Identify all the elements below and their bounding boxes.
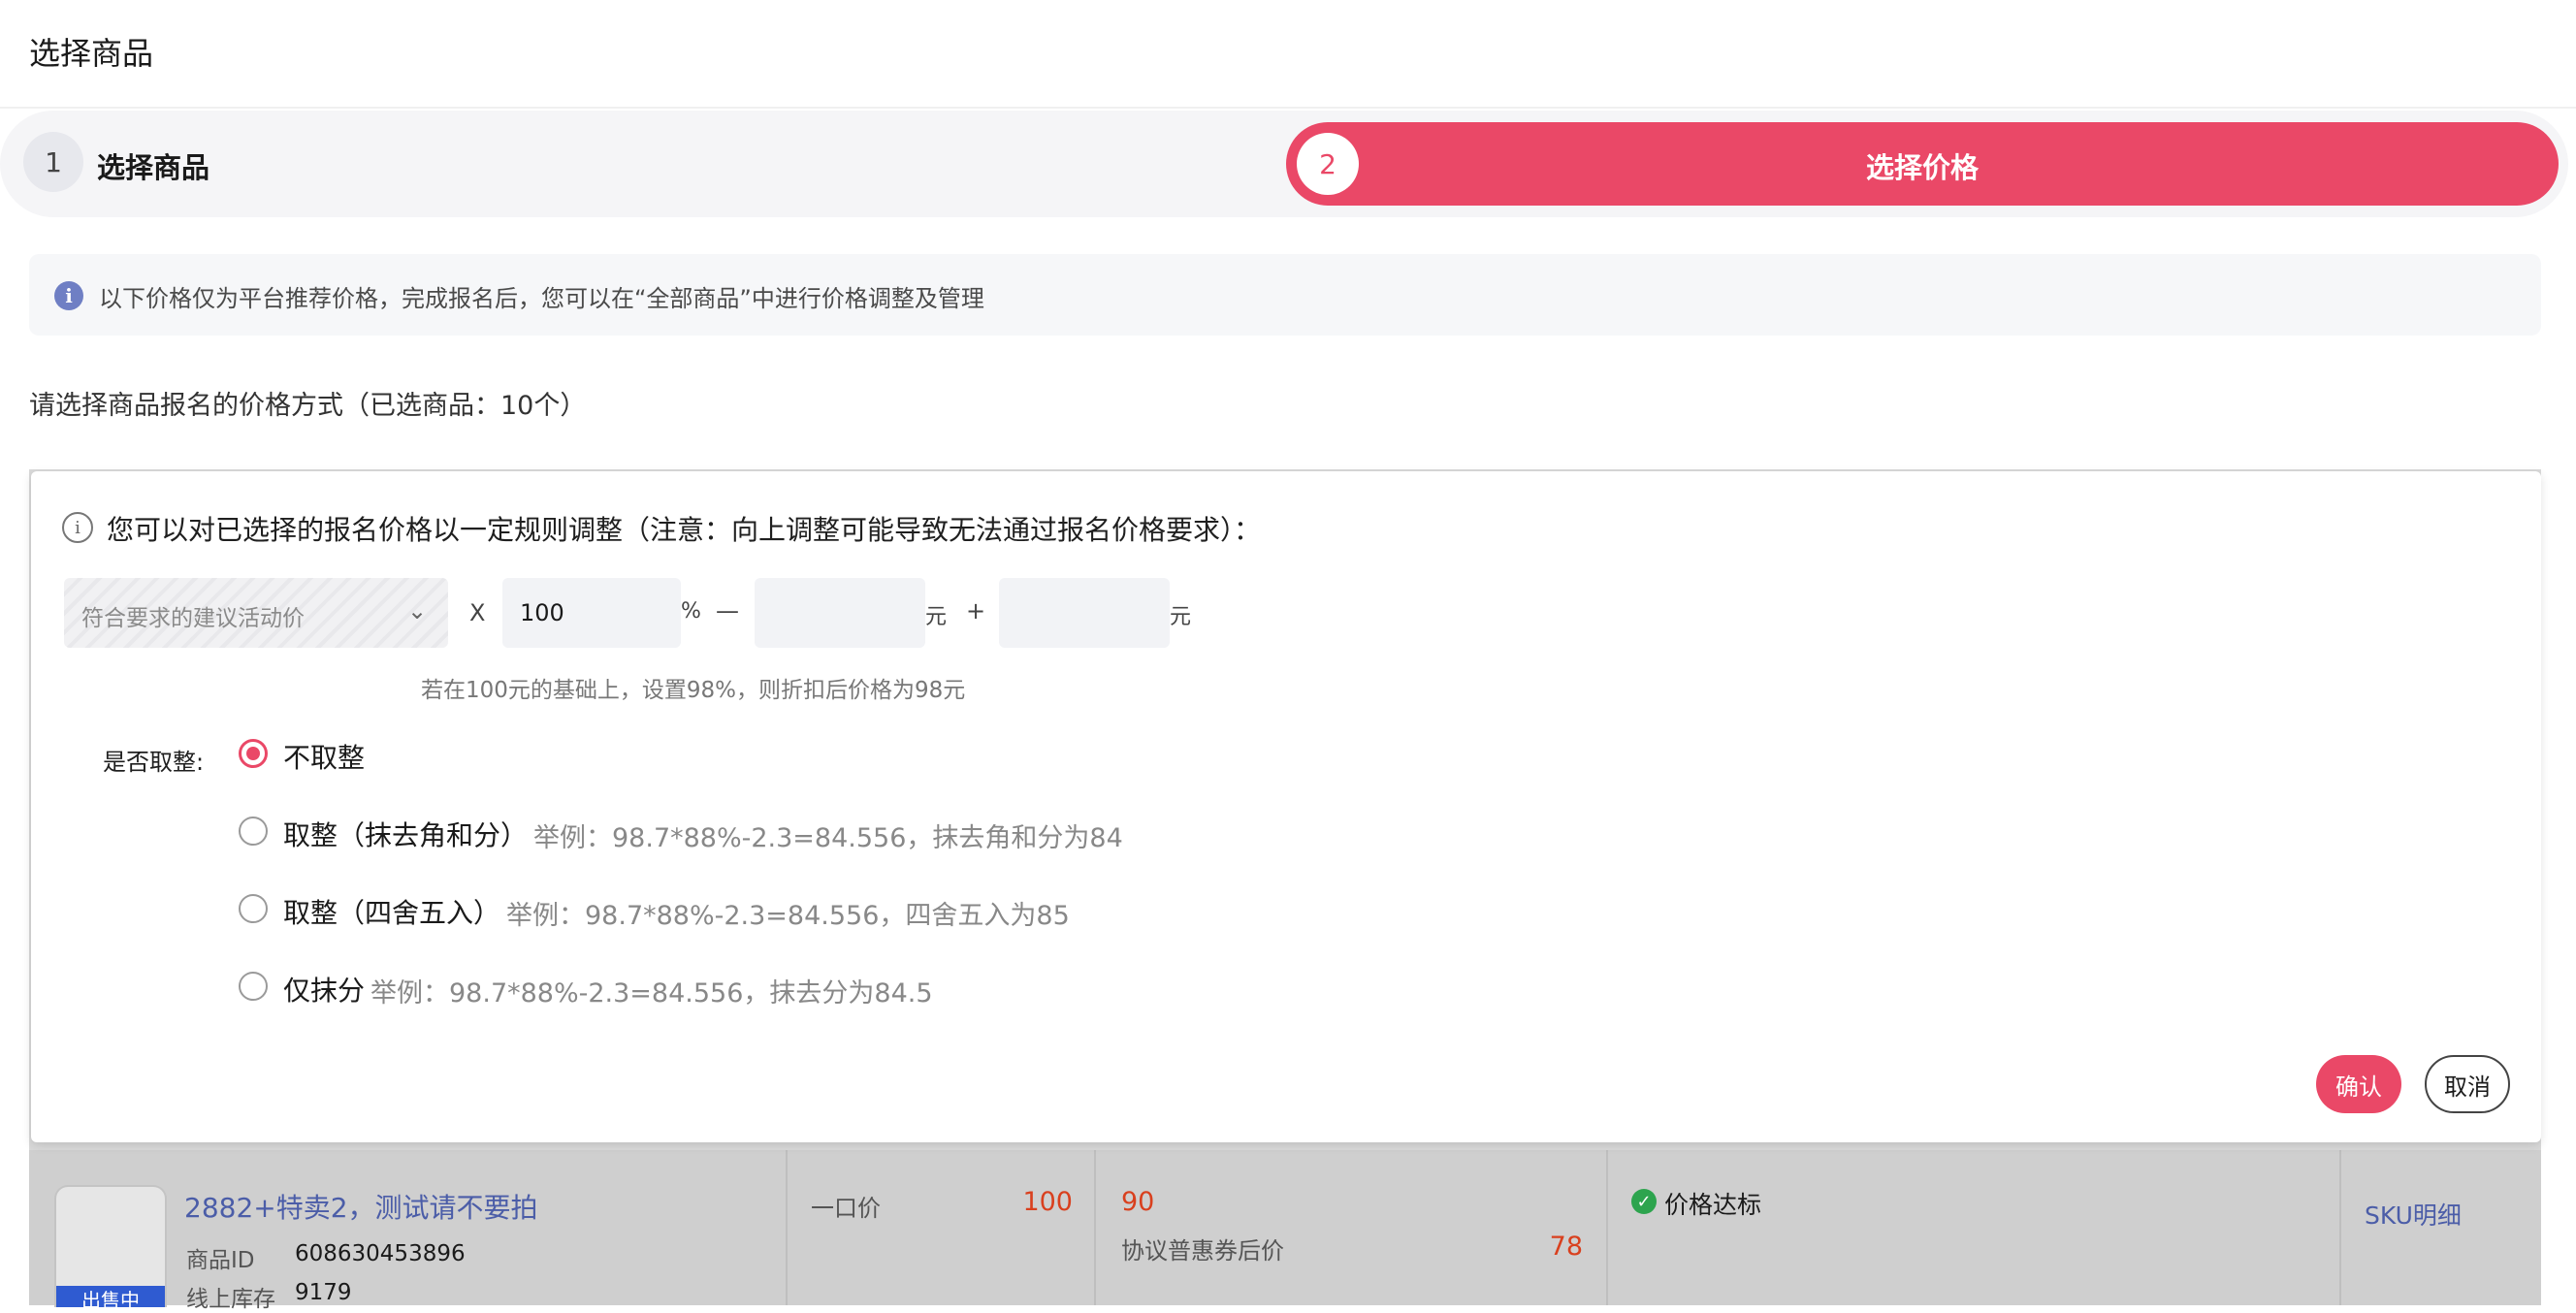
cancel-button[interactable]: 取消 xyxy=(2425,1055,2510,1113)
confirm-button[interactable]: 确认 xyxy=(2316,1055,2401,1113)
column-divider xyxy=(786,1150,788,1305)
rounding-radio-floor[interactable] xyxy=(239,817,268,846)
rounding-radio-none[interactable] xyxy=(239,739,268,768)
price-adjust-panel xyxy=(31,471,2541,1142)
agreement-price: 90 xyxy=(1121,1187,1155,1217)
rounding-option-example: 举例：98.7*88%-2.3=84.556，四舍五入为85 xyxy=(506,901,1070,931)
panel-title: 您可以对已选择的报名价格以一定规则调整（注意：向上调整可能导致无法通过报名价格要… xyxy=(107,514,1262,546)
column-divider xyxy=(1094,1150,1096,1305)
step-2-label: 选择价格 xyxy=(1865,151,1979,184)
rounding-option-label[interactable]: 不取整 xyxy=(283,737,365,776)
percent-unit: % xyxy=(681,599,701,624)
rounding-label: 是否取整: xyxy=(103,749,205,776)
table-row xyxy=(29,1150,2541,1305)
price-type: 一口价 xyxy=(811,1195,881,1222)
sku-detail-link[interactable]: SKU明细 xyxy=(2365,1197,2462,1232)
multiply-operator: X xyxy=(469,599,486,626)
price-status-text: 价格达标 xyxy=(1664,1191,1762,1219)
product-id-label: 商品ID xyxy=(186,1248,255,1273)
info-outline-icon: i xyxy=(62,512,93,543)
price-method-question: 请选择商品报名的价格方式（已选商品：10个） xyxy=(29,391,587,421)
yuan-unit: 元 xyxy=(925,605,948,629)
rounding-radio-round[interactable] xyxy=(239,894,268,923)
product-id-value: 608630453896 xyxy=(295,1241,466,1266)
product-thumbnail[interactable]: 出售中 xyxy=(54,1185,167,1307)
rounding-option-example: 举例：98.7*88%-2.3=84.556，抹去角和分为84 xyxy=(533,823,1123,853)
formula-hint: 若在100元的基础上，设置98%，则折扣后价格为98元 xyxy=(421,678,966,703)
info-icon: i xyxy=(54,281,83,310)
yuan-unit: 元 xyxy=(1170,605,1192,629)
subtract-amount-input[interactable] xyxy=(755,578,925,648)
agreement-after-value: 78 xyxy=(1549,1232,1583,1262)
add-amount-input[interactable] xyxy=(999,578,1170,648)
stock-value: 9179 xyxy=(295,1280,352,1305)
chevron-down-icon: ⌄ xyxy=(407,597,428,624)
column-divider xyxy=(2339,1150,2341,1305)
status-badge: 出售中 xyxy=(56,1286,165,1307)
notice-text: 以下价格仅为平台推荐价格，完成报名后，您可以在“全部商品”中进行价格调整及管理 xyxy=(99,285,984,312)
header-divider xyxy=(0,107,2576,109)
rounding-option-label[interactable]: 取整（抹去角和分） xyxy=(283,815,528,853)
column-divider xyxy=(1606,1150,1608,1305)
check-circle-icon: ✓ xyxy=(1631,1189,1657,1214)
agreement-label: 协议普惠券后价 xyxy=(1121,1237,1284,1265)
percent-input[interactable] xyxy=(502,578,681,648)
plus-operator: + xyxy=(966,597,986,624)
base-price-select-placeholder: 符合要求的建议活动价 xyxy=(81,606,305,631)
step-1-number: 1 xyxy=(23,132,83,192)
rounding-option-label[interactable]: 取整（四舍五入） xyxy=(283,892,500,931)
product-name-link[interactable]: 2882+特卖2，测试请不要拍 xyxy=(184,1187,538,1226)
rounding-radio-cents[interactable] xyxy=(239,972,268,1001)
rounding-option-example: 举例：98.7*88%-2.3=84.556，抹去分为84.5 xyxy=(370,978,933,1009)
step-1-label[interactable]: 选择商品 xyxy=(97,145,209,186)
stock-label: 线上库存 xyxy=(186,1287,275,1312)
page-title: 选择商品 xyxy=(29,35,154,72)
minus-operator: — xyxy=(716,597,739,624)
price-value: 100 xyxy=(1022,1187,1073,1217)
rounding-option-label[interactable]: 仅抹分 xyxy=(283,970,365,1009)
